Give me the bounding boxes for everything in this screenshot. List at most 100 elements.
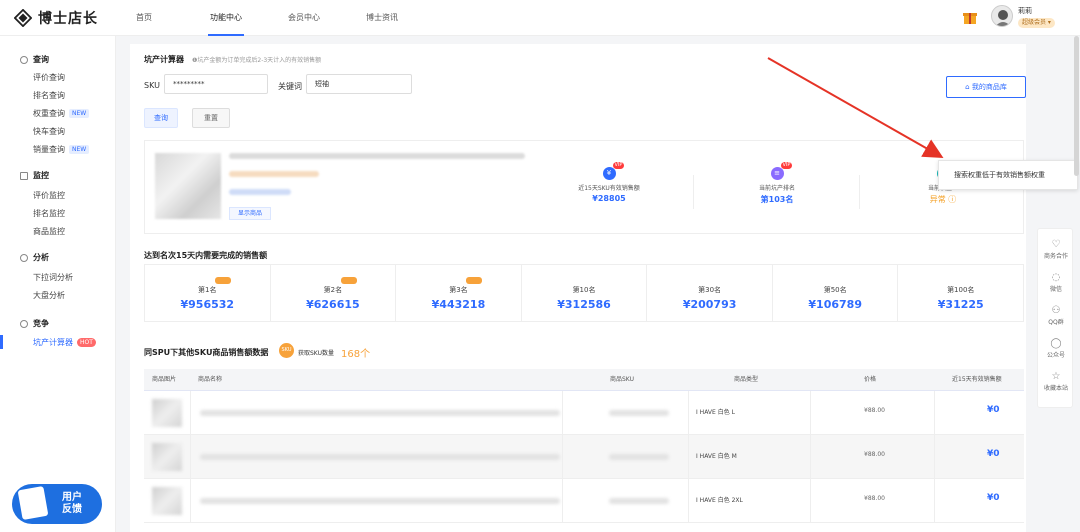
row-name-blurred [200, 498, 560, 504]
section-title: 分析 [33, 253, 49, 262]
user-name[interactable]: 莉莉 [1018, 6, 1032, 16]
sidebar-item-product-monitor[interactable]: 商品监控 [33, 226, 65, 237]
feedback-line1: 用户 [62, 492, 82, 503]
rank-cell: 第100名 ¥31225 [898, 265, 1023, 321]
feedback-line2: 反馈 [62, 504, 82, 515]
scrollbar[interactable] [1074, 36, 1079, 176]
metric-label: 近15天SKU有效销售额 [578, 185, 640, 192]
sku-table: 商品图片 商品名称 商品SKU 商品类型 价格 近15天有效销售额 I HAVE… [144, 369, 1024, 523]
cell-divider [688, 435, 689, 479]
heart-icon: ♡ [1051, 239, 1061, 250]
product-price-blurred [229, 171, 319, 177]
qq-icon: ⚇ [1051, 305, 1061, 316]
sidebar-item-market-analysis[interactable]: 大盘分析 [33, 290, 65, 301]
metric-value[interactable]: 异常 ⓘ [883, 194, 1003, 205]
sidebar-item-rank-monitor[interactable]: 排名监控 [33, 208, 65, 219]
metric-value: ¥28805 [592, 194, 626, 203]
sidebar-item-label: 坑产计算器 [33, 338, 73, 347]
business-cooperation-button[interactable]: ♡ 商务合作 [1038, 239, 1074, 260]
table-header: 商品图片 商品名称 商品SKU 商品类型 价格 近15天有效销售额 [144, 369, 1024, 391]
logo-text: 博士店长 [38, 11, 98, 27]
sidebar-item-label: 排名监控 [33, 209, 65, 218]
gift-icon[interactable] [962, 9, 978, 25]
sku-label: SKU [144, 81, 160, 90]
row-image [152, 487, 182, 515]
rank-label: 第2名 [323, 286, 343, 294]
sidebar-item-label: 排名查询 [33, 91, 65, 100]
metric-label: 当前坑产排名 [758, 185, 795, 192]
sidebar-item-pit-calculator[interactable]: 坑产计算器 HOT [33, 337, 96, 348]
hot-tag: HOT [77, 338, 96, 347]
keyword-label: 关键词 [278, 82, 302, 91]
rank-label: 第10名 [572, 286, 596, 294]
row-type: I HAVE 白色 2XL [696, 497, 743, 504]
sidebar-item-express-query[interactable]: 快车查询 [33, 126, 65, 137]
bookmark-button[interactable]: ☆ 收藏本站 [1038, 371, 1074, 392]
official-account-button[interactable]: ◯ 公众号 [1038, 338, 1074, 359]
feedback-button[interactable]: 用户 反馈 [12, 484, 102, 524]
sidebar-item-review-monitor[interactable]: 评价监控 [33, 190, 65, 201]
logo[interactable]: 博士店长 [14, 8, 98, 28]
table-row[interactable]: I HAVE 白色 M ¥88.00 ¥0 [144, 435, 1024, 479]
rank-cell: 第10名 ¥312586 [522, 265, 648, 321]
crown-badge [215, 277, 232, 284]
vip-tag: VIP [612, 162, 625, 169]
row-sales: ¥0 [987, 405, 1000, 415]
nav-news[interactable]: 博士资讯 [366, 0, 398, 36]
my-lib-label: 我的商品库 [971, 83, 1007, 91]
cell-divider [688, 479, 689, 523]
ranks-row: 第1名 ¥956532 第2名 ¥626615 第3名 ¥443218 第10名 ¥31… [144, 264, 1024, 322]
reset-button[interactable]: 重置 [192, 108, 230, 128]
nav-home[interactable]: 首页 [136, 0, 152, 36]
table-row[interactable]: I HAVE 白色 2XL ¥88.00 ¥0 [144, 479, 1024, 523]
col-type: 商品类型 [734, 376, 759, 383]
search-icon [20, 55, 28, 64]
sidebar-section-monitor: 监控 [20, 170, 49, 181]
nav-function-center[interactable]: 功能中心 [208, 0, 244, 36]
sku-icon: SKU [279, 343, 294, 358]
qq-group-button[interactable]: ⚇ QQ群 [1038, 305, 1074, 326]
rank-label: 第50名 [823, 286, 847, 294]
product-title-blurred [229, 153, 525, 159]
cell-divider [810, 435, 811, 479]
sidebar-item-weight-query[interactable]: 权重查询 NEW [33, 108, 90, 119]
my-product-library-button[interactable]: ⌂ 我的商品库 [946, 76, 1026, 98]
col-sku: 商品SKU [610, 376, 634, 383]
table-row[interactable]: I HAVE 白色 L ¥88.00 ¥0 [144, 391, 1024, 435]
sidebar-item-label: 评价查询 [33, 73, 65, 82]
metric-value: 第103名 [760, 195, 794, 204]
row-price: ¥88.00 [864, 451, 885, 458]
cell-divider [562, 391, 563, 435]
row-price: ¥88.00 [864, 407, 885, 414]
sidebar-item-rank-query[interactable]: 排名查询 [33, 90, 65, 101]
sidebar-item-label: 商品监控 [33, 227, 65, 236]
rank-value: ¥443218 [431, 298, 486, 311]
avatar[interactable] [991, 5, 1013, 27]
wechat-button[interactable]: ◌ 微信 [1038, 272, 1074, 293]
row-image [152, 399, 182, 427]
main-nav: 首页 功能中心 会员中心 博士资讯 [136, 0, 444, 36]
float-label: 微信 [1049, 286, 1062, 293]
rank-cell: 第1名 ¥956532 [145, 265, 271, 321]
top-bar: 博士店长 首页 功能中心 会员中心 博士资讯 莉莉 超级会员 ▾ [0, 0, 1080, 36]
section-title: 查询 [33, 55, 49, 64]
sidebar-section-competition: 竞争 [20, 318, 49, 329]
floating-contact-panel: ♡ 商务合作 ◌ 微信 ⚇ QQ群 ◯ 公众号 ☆ 收藏本站 [1037, 228, 1073, 408]
metric-sales: ¥ VIP 近15天SKU有效销售额 ¥28805 [549, 162, 669, 203]
keyword-input[interactable]: 短袖 [306, 74, 412, 94]
cell-divider [190, 435, 191, 479]
target-icon [20, 319, 28, 328]
sku-input[interactable]: ********* [164, 74, 268, 94]
vip-badge[interactable]: 超级会员 ▾ [1018, 18, 1055, 28]
sidebar-item-sales-query[interactable]: 销量查询 NEW [33, 144, 90, 155]
sidebar-item-dropdown-analysis[interactable]: 下拉词分析 [33, 272, 73, 283]
sidebar-item-review-query[interactable]: 评价查询 [33, 72, 65, 83]
nav-member-center[interactable]: 会员中心 [288, 0, 320, 36]
calculator-hint: ❶坑产金额为订单完成后2-3天计入的有效销售额 [192, 57, 322, 64]
calculator-title: 坑产计算器 [144, 55, 184, 64]
row-price: ¥88.00 [864, 495, 885, 502]
float-label: 收藏本站 [1043, 385, 1068, 392]
rank-value: ¥31225 [937, 298, 984, 311]
query-button[interactable]: 查询 [144, 108, 178, 128]
show-product-button[interactable]: 显示商品 [229, 207, 271, 220]
